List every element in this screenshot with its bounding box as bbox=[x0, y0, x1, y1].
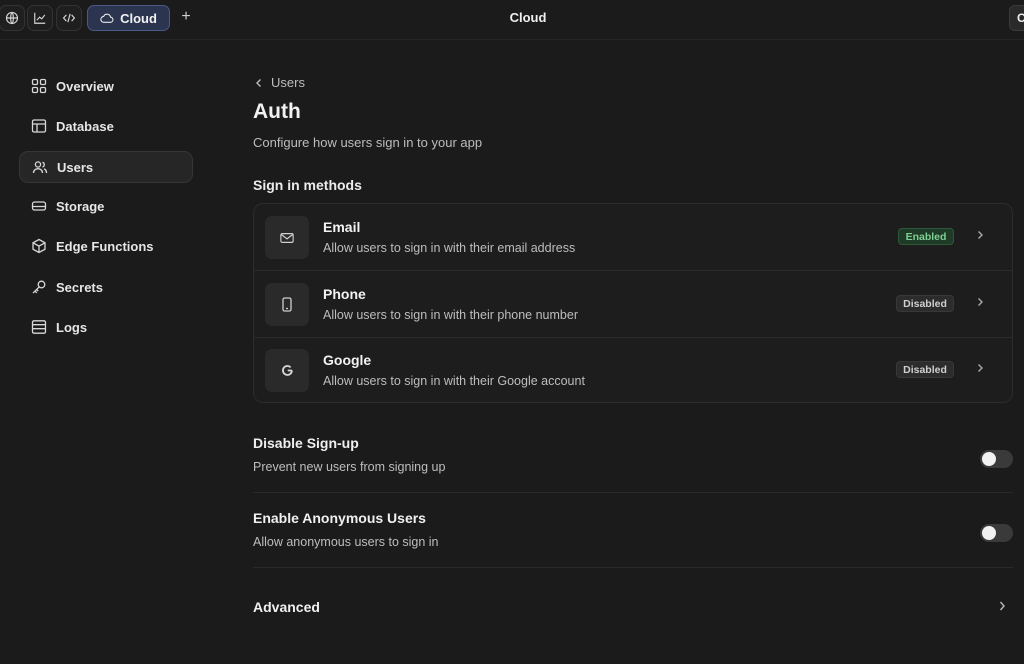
sidebar-item-database[interactable]: Database bbox=[19, 110, 193, 142]
toggle-knob bbox=[982, 452, 996, 466]
chevron-right-icon bbox=[978, 364, 983, 372]
method-name: Email bbox=[323, 219, 361, 235]
key-icon bbox=[32, 280, 46, 294]
method-row-email[interactable]: Email Allow users to sign in with their … bbox=[254, 204, 1012, 270]
grid-icon bbox=[31, 78, 47, 94]
disable-signup-toggle[interactable] bbox=[980, 450, 1013, 468]
sidebar-item-secrets[interactable]: Secrets bbox=[19, 271, 193, 303]
cube-icon bbox=[32, 238, 46, 254]
status-badge: Disabled bbox=[896, 295, 954, 312]
method-row-phone[interactable]: Phone Allow users to sign in with their … bbox=[254, 271, 1012, 337]
sidebar-item-label: Users bbox=[57, 159, 94, 175]
sidebar-item-storage[interactable]: Storage bbox=[19, 190, 193, 222]
method-name: Google bbox=[323, 352, 372, 368]
page-title: Auth bbox=[253, 100, 301, 123]
method-description: Allow users to sign in with their phone … bbox=[323, 308, 578, 322]
users-icon bbox=[32, 161, 48, 174]
logs-icon bbox=[31, 320, 47, 334]
disable-signup-description: Prevent new users from signing up bbox=[253, 460, 446, 474]
divider bbox=[253, 567, 1013, 568]
breadcrumb[interactable]: Users bbox=[255, 75, 305, 90]
breadcrumb-label: Users bbox=[271, 75, 305, 90]
mail-icon bbox=[265, 216, 309, 259]
anonymous-users-title: Enable Anonymous Users bbox=[253, 510, 426, 526]
chevron-left-icon bbox=[256, 78, 261, 87]
sign-in-methods-list: Email Allow users to sign in with their … bbox=[253, 203, 1013, 403]
top-bar: Cloud + Cloud C bbox=[0, 0, 1024, 40]
sign-in-methods-heading: Sign in methods bbox=[253, 177, 362, 193]
google-icon bbox=[265, 349, 309, 392]
sidebar-item-label: Secrets bbox=[56, 279, 103, 295]
sidebar-item-label: Edge Functions bbox=[56, 238, 154, 254]
method-description: Allow users to sign in with their Google… bbox=[323, 374, 585, 388]
chevron-right-icon[interactable] bbox=[998, 599, 1006, 613]
advanced-section-toggle[interactable]: Advanced bbox=[253, 599, 320, 615]
sidebar-item-edge-functions[interactable]: Edge Functions bbox=[19, 230, 193, 262]
toggle-knob bbox=[982, 526, 996, 540]
sidebar-item-label: Overview bbox=[56, 78, 114, 94]
phone-icon bbox=[265, 283, 309, 326]
method-row-google[interactable]: Google Allow users to sign in with their… bbox=[254, 337, 1012, 403]
anonymous-users-description: Allow anonymous users to sign in bbox=[253, 535, 439, 549]
account-button[interactable]: C bbox=[1009, 5, 1024, 31]
sidebar-item-overview[interactable]: Overview bbox=[19, 70, 193, 102]
sidebar-item-label: Storage bbox=[56, 198, 105, 214]
status-badge: Disabled bbox=[896, 361, 954, 378]
method-description: Allow users to sign in with their email … bbox=[323, 241, 576, 255]
method-name: Phone bbox=[323, 286, 366, 302]
anonymous-users-toggle[interactable] bbox=[980, 524, 1013, 542]
sidebar-item-label: Logs bbox=[56, 319, 88, 335]
window-title: Cloud bbox=[509, 10, 547, 25]
storage-icon bbox=[31, 201, 47, 211]
disable-signup-title: Disable Sign-up bbox=[253, 435, 359, 451]
sidebar-item-label: Database bbox=[56, 118, 114, 134]
sidebar-item-users[interactable]: Users bbox=[19, 151, 193, 183]
sidebar-item-logs[interactable]: Logs bbox=[19, 311, 193, 343]
chevron-right-icon bbox=[978, 231, 983, 239]
table-icon bbox=[31, 119, 47, 133]
divider bbox=[253, 492, 1013, 493]
page-subtitle: Configure how users sign in to your app bbox=[253, 135, 483, 150]
status-badge: Enabled bbox=[898, 228, 954, 245]
chevron-right-icon bbox=[978, 298, 983, 306]
